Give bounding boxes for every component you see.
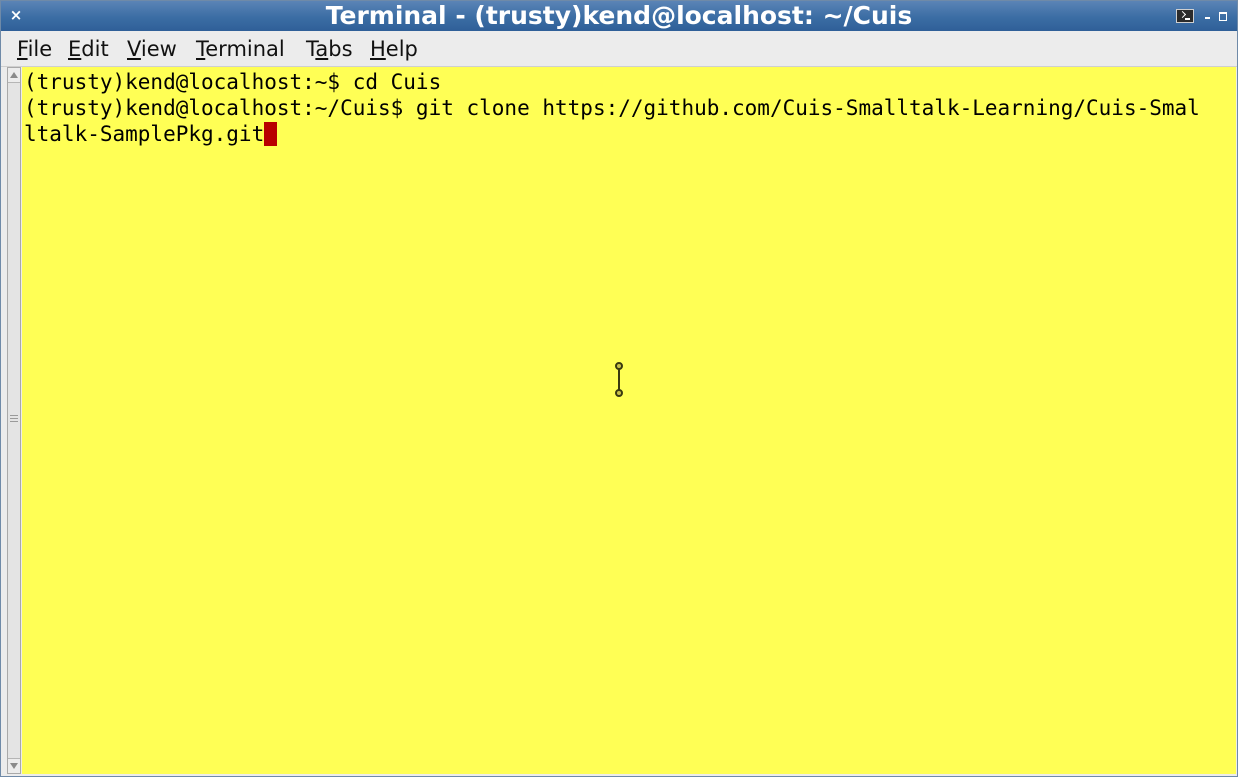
scroll-up-arrow-icon[interactable] — [8, 68, 20, 83]
terminal-line: (trusty)kend@localhost:~/Cuis$ git clone… — [24, 96, 1200, 120]
menu-edit[interactable]: Edit — [68, 31, 109, 66]
minimize-icon[interactable] — [1201, 11, 1213, 23]
ibeam-stem — [618, 369, 620, 391]
menu-view[interactable]: View — [127, 31, 177, 66]
mouse-ibeam-icon — [613, 362, 627, 398]
text-cursor — [264, 122, 278, 146]
terminal-line: (trusty)kend@localhost:~$ cd Cuis — [24, 70, 442, 94]
terminal-output[interactable]: (trusty)kend@localhost:~$ cd Cuis (trust… — [22, 67, 1236, 774]
terminal-icon[interactable] — [1176, 9, 1194, 23]
menu-bar: File Edit View Terminal Tabs Help — [1, 31, 1237, 67]
vertical-scrollbar[interactable] — [7, 67, 21, 774]
terminal-window: × Terminal - (trusty)kend@localhost: ~/C… — [0, 0, 1238, 777]
terminal-line-text: ltalk-SamplePkg.git — [24, 122, 265, 146]
menu-tabs[interactable]: Tabs — [306, 31, 353, 66]
maximize-icon[interactable] — [1218, 11, 1228, 21]
window-title: Terminal - (trusty)kend@localhost: ~/Cui… — [325, 1, 913, 30]
scrollbar-grip-icon[interactable] — [10, 415, 18, 423]
ibeam-bottom-dot — [615, 389, 623, 397]
title-bar[interactable]: × Terminal - (trusty)kend@localhost: ~/C… — [1, 1, 1237, 31]
scroll-down-arrow-icon[interactable] — [8, 758, 20, 773]
menu-file[interactable]: File — [17, 31, 52, 66]
menu-terminal[interactable]: Terminal — [196, 31, 285, 66]
menu-help[interactable]: Help — [370, 31, 418, 66]
terminal-line-current: ltalk-SamplePkg.git — [24, 121, 278, 147]
